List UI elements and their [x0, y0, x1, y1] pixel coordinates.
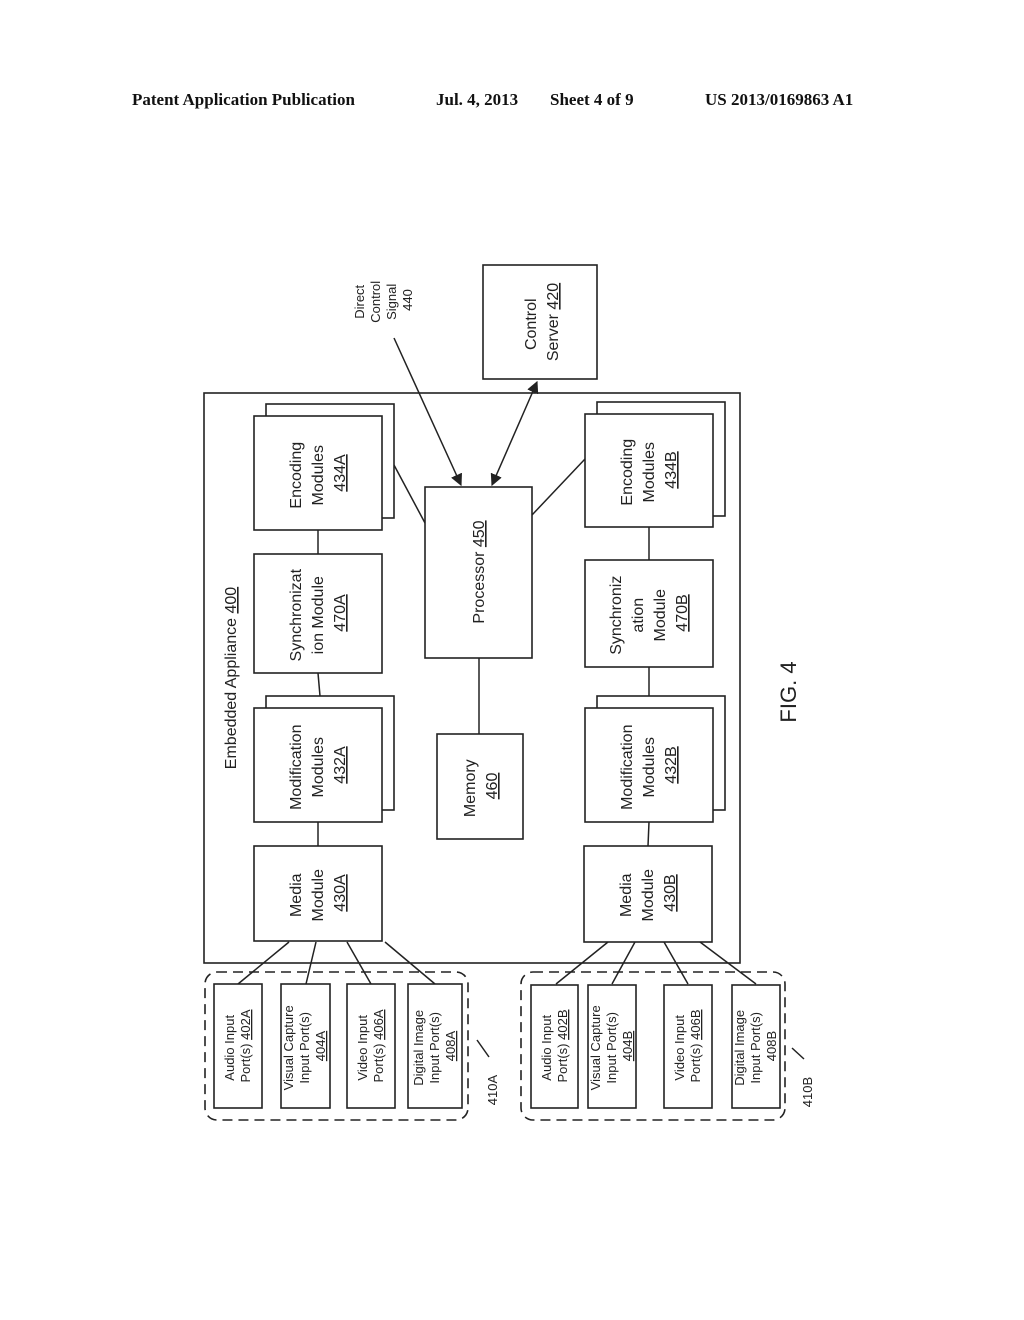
video-input-ports-406b: Video Input Port(s) 406B — [663, 984, 713, 1109]
port-group-410a-label: 410A — [485, 1074, 500, 1105]
media-module-430b: Media Module 430B — [583, 845, 713, 943]
control-server-label-2: Server — [545, 310, 562, 362]
visual-capture-input-ports-404b: Visual Capture Input Port(s) 404B — [587, 984, 637, 1109]
port-group-410b-label: 410B — [800, 1077, 815, 1107]
control-server-box: Control Server 420 — [482, 264, 598, 380]
audio-input-ports-402b: Audio Input Port(s) 402B — [530, 984, 579, 1109]
digital-image-input-ports-408a: Digital Image Input Port(s) 408A — [407, 983, 463, 1109]
media-module-430a: Media Module 430A — [253, 845, 383, 942]
svg-text:Video Input Port(s) 40: Video Input Port(s) 406A — [355, 1009, 386, 1082]
direct-control-signal-label: Direct Control Signal 440 — [352, 277, 415, 323]
modification-modules-432b: Modification Modules 432B — [584, 695, 726, 823]
port-group-410b: 410B Audio Input Port(s) 402B Visual Cap… — [520, 971, 815, 1121]
svg-text:Audio Input Port(s) 40: Audio Input Port(s) 402B — [539, 1010, 570, 1083]
control-server-label-1: Control — [523, 298, 540, 350]
visual-capture-input-ports-404a: Visual Capture Input Port(s) 404A — [280, 983, 331, 1109]
port-group-410a: 410A Audio Input Port(s) 402A Visual Cap… — [204, 971, 500, 1121]
synchronization-module-470a: Synchronizat ion Module 470A — [253, 553, 383, 674]
video-input-ports-406a: Video Input Port(s) 406A — [346, 983, 396, 1109]
digital-image-input-ports-408b: Digital Image Input Port(s) 408B — [731, 984, 781, 1109]
control-server-ref: 420 — [545, 283, 562, 310]
svg-text:Processor 450: Processor 450 — [471, 520, 488, 623]
svg-text:Video Input Port(s) 40: Video Input Port(s) 406B — [672, 1010, 703, 1083]
audio-input-ports-402a: Audio Input Port(s) 402A — [213, 983, 263, 1109]
synchronization-module-470b: Synchroniz ation Module 470B — [584, 559, 714, 668]
figure-4-diagram: Control Server 420 Direct Control Signal… — [203, 264, 815, 1121]
encoding-modules-434b: Encoding Modules 434B — [584, 401, 726, 528]
svg-text:Audio Input Port(s) 40: Audio Input Port(s) 402A — [222, 1009, 253, 1082]
figure-label: FIG. 4 — [776, 661, 801, 722]
modification-modules-432a: Modification Modules 432A — [253, 695, 395, 823]
processor-450: Processor 450 — [424, 486, 533, 659]
encoding-modules-434a: Encoding Modules 434A — [253, 403, 395, 531]
memory-460: Memory 460 — [436, 733, 524, 840]
embedded-appliance-label: Embedded Appliance 400 — [223, 587, 240, 769]
